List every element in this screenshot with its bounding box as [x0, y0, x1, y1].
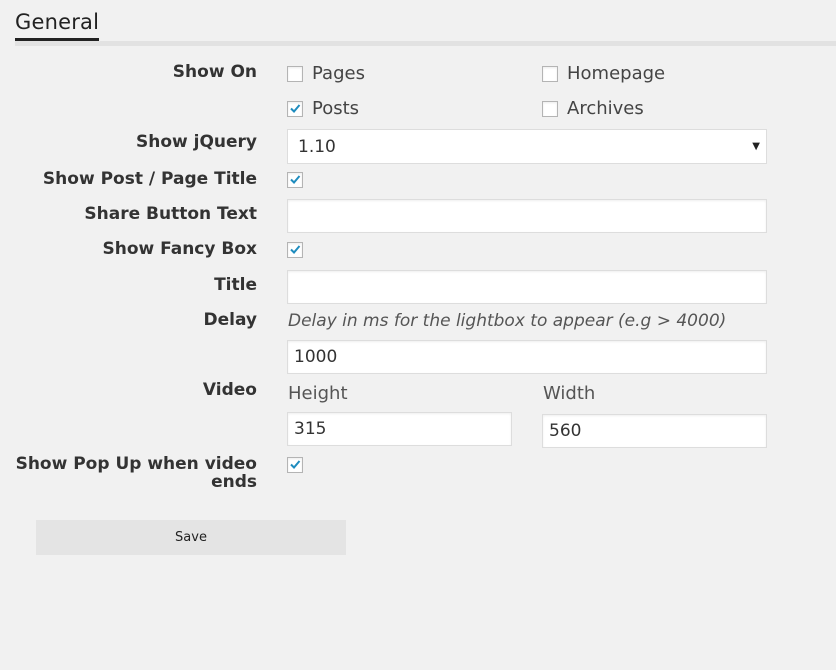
homepage-option-label: Homepage	[567, 63, 666, 84]
section-divider	[15, 41, 836, 46]
video-height-input[interactable]: 315	[287, 412, 512, 446]
show-on-label: Show On	[172, 62, 257, 82]
share-button-text-input[interactable]	[287, 199, 767, 233]
video-width-label: Width	[543, 383, 596, 404]
pages-checkbox[interactable]	[287, 66, 303, 82]
settings-page: General Show On Pages Homepage Posts Arc…	[0, 0, 836, 670]
delay-label: Delay	[203, 310, 258, 330]
video-width-input[interactable]: 560	[542, 414, 767, 448]
show-title-checkbox[interactable]	[287, 172, 303, 188]
check-icon	[290, 104, 301, 113]
archives-checkbox[interactable]	[542, 101, 558, 117]
share-button-text-label: Share Button Text	[84, 204, 257, 224]
show-title-label: Show Post / Page Title	[42, 169, 257, 189]
show-popup-label-line1: Show Pop Up when video	[15, 454, 257, 474]
dropdown-arrow-icon: ▼	[752, 141, 760, 152]
homepage-checkbox[interactable]	[542, 66, 558, 82]
title-input[interactable]	[287, 270, 767, 304]
video-label: Video	[202, 380, 257, 400]
show-fancy-box-checkbox[interactable]	[287, 242, 303, 258]
delay-input[interactable]: 1000	[287, 340, 767, 374]
delay-hint: Delay in ms for the lightbox to appear (…	[288, 311, 727, 331]
pages-option-label: Pages	[312, 63, 365, 84]
jquery-version-select[interactable]: 1.10 ▼	[287, 129, 767, 164]
show-popup-checkbox[interactable]	[287, 457, 303, 473]
check-icon	[290, 460, 301, 469]
posts-checkbox[interactable]	[287, 101, 303, 117]
save-button[interactable]: Save	[36, 520, 346, 555]
show-popup-label-line2: ends	[211, 472, 257, 492]
video-height-label: Height	[288, 383, 348, 404]
posts-option-label: Posts	[312, 98, 360, 119]
check-icon	[290, 175, 301, 184]
show-jquery-label: Show jQuery	[135, 132, 257, 152]
show-fancy-box-label: Show Fancy Box	[102, 239, 257, 259]
title-label: Title	[214, 275, 257, 295]
jquery-version-value: 1.10	[298, 137, 336, 157]
section-title: General	[15, 10, 100, 34]
check-icon	[290, 245, 301, 254]
archives-option-label: Archives	[567, 98, 644, 119]
show-popup-label: Show Pop Up when video ends	[16, 455, 257, 491]
